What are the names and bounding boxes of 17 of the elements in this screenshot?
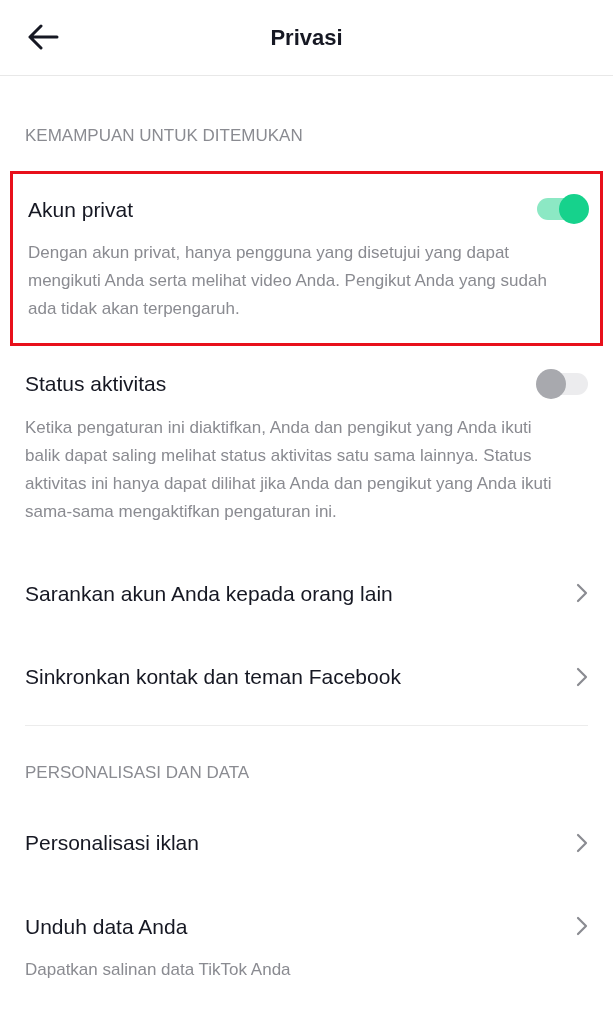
back-arrow-icon[interactable] bbox=[27, 24, 59, 50]
setting-label: Akun privat bbox=[28, 196, 134, 223]
chevron-right-icon bbox=[576, 583, 588, 604]
section-heading: KEMAMPUAN UNTUK DITEMUKAN bbox=[25, 125, 304, 147]
chevron-right-icon bbox=[576, 832, 588, 853]
setting-description: Ketika pengaturan ini diaktifkan, Anda dan pengikut yang Anda ikuti balik dapat saling melihat status aktivitas satu sama lainnya. Status aktivitas ini hanya dapat dilihat jika Anda dan pengikut yang Anda ikuti sama-sama mengaktifkan pengaturan ini. bbox=[25, 416, 553, 523]
setting-description: Dapatkan salinan data TikTok Anda bbox=[25, 959, 292, 981]
setting-description: Dengan akun privat, hanya pengguna yang disetujui yang dapat mengikuti Anda serta melihat video Anda. Pengikut Anda yang sudah ada tidak akan terpengaruh. bbox=[28, 242, 548, 320]
page-title: Privasi bbox=[270, 24, 343, 52]
setting-label: Status aktivitas bbox=[25, 371, 167, 397]
chevron-right-icon bbox=[576, 666, 588, 687]
setting-label[interactable]: Sinkronkan kontak dan teman Facebook bbox=[25, 661, 401, 693]
setting-label[interactable]: Personalisasi iklan bbox=[25, 827, 199, 859]
setting-label[interactable]: Unduh data Anda bbox=[25, 910, 188, 942]
chevron-right-icon bbox=[576, 916, 588, 937]
setting-label[interactable]: Sarankan akun Anda kepada orang lain bbox=[25, 577, 393, 609]
section-heading: PERSONALISASI DAN DATA bbox=[25, 761, 251, 784]
